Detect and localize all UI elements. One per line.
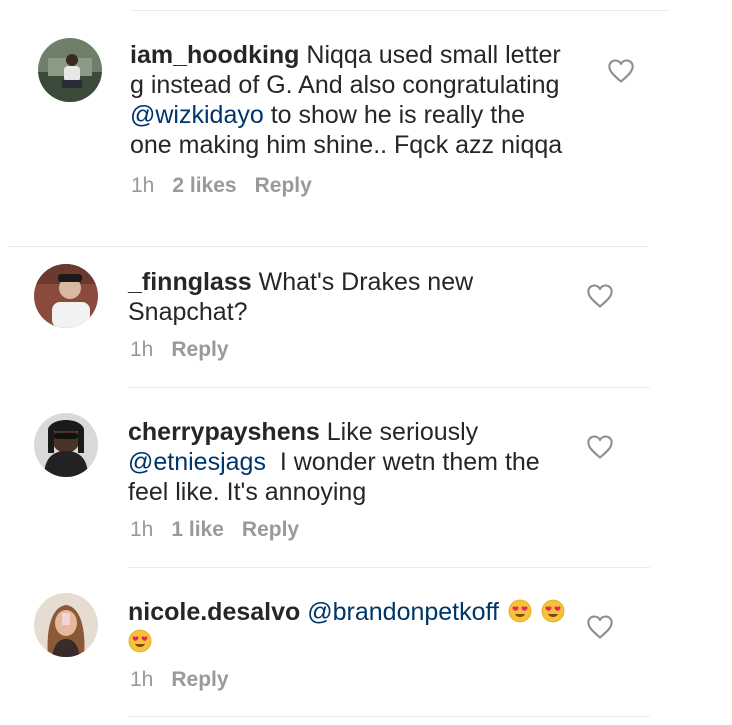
timestamp: 1h bbox=[130, 338, 154, 361]
divider bbox=[128, 716, 650, 717]
comment-line: g instead of G. And also congratulating bbox=[130, 71, 560, 99]
timestamp: 1h bbox=[130, 668, 154, 691]
timestamp: 1h bbox=[130, 518, 154, 541]
username[interactable]: nicole.desalvo bbox=[128, 598, 300, 626]
heart-icon[interactable] bbox=[586, 434, 614, 460]
heart-icon[interactable] bbox=[586, 614, 614, 640]
comment-line: What's Drakes new bbox=[258, 268, 474, 296]
heart-icon[interactable] bbox=[586, 283, 614, 309]
divider bbox=[8, 246, 648, 247]
reply-button[interactable]: Reply bbox=[255, 174, 312, 198]
likes-count[interactable]: 2 likes bbox=[172, 174, 236, 198]
comment-line: Like seriously bbox=[326, 418, 479, 446]
mention-link[interactable]: @brandonpetkoff bbox=[307, 598, 499, 626]
comment-text: nicole.desalvo @brandonpetkoff bbox=[128, 597, 578, 657]
comment-line: one making him shine.. Fqck azz niqqa bbox=[130, 131, 563, 159]
reply-button[interactable]: Reply bbox=[171, 338, 228, 362]
comment-line: Snapchat? bbox=[128, 298, 248, 326]
comment-text: cherrypayshens Like seriously @etniesjag… bbox=[128, 417, 578, 507]
comment-line: Niqqa used small letter bbox=[306, 41, 561, 69]
comment-text: iam_hoodking Niqqa used small letter g i… bbox=[130, 40, 600, 160]
avatar[interactable] bbox=[34, 593, 98, 657]
comment-line: feel like. It's annoying bbox=[128, 478, 367, 506]
comment-meta: 1h 1 like Reply bbox=[130, 518, 299, 542]
comment-item: nicole.desalvo @brandonpetkoff 1h Reply bbox=[0, 0, 732, 691]
avatar-image bbox=[34, 413, 98, 477]
divider bbox=[128, 387, 650, 388]
reply-button[interactable]: Reply bbox=[171, 668, 228, 692]
heart-icon[interactable] bbox=[607, 58, 635, 84]
comment-line: I wonder wetn them the bbox=[265, 448, 540, 476]
username[interactable]: iam_hoodking bbox=[130, 41, 299, 69]
heart-eyes-emoji bbox=[508, 599, 532, 623]
comment-meta: 1h Reply bbox=[130, 668, 229, 692]
avatar-image bbox=[38, 38, 102, 102]
username[interactable]: _finnglass bbox=[128, 268, 252, 296]
avatar-image bbox=[34, 593, 98, 657]
mention-link[interactable]: @etniesjags bbox=[128, 448, 266, 476]
avatar[interactable] bbox=[34, 264, 98, 328]
avatar-image bbox=[34, 264, 98, 328]
comment-item: iam_hoodking Niqqa used small letter g i… bbox=[0, 0, 732, 240]
comment-meta: 1h Reply bbox=[130, 338, 229, 362]
likes-count[interactable]: 1 like bbox=[171, 518, 224, 542]
reply-button[interactable]: Reply bbox=[242, 518, 299, 542]
timestamp: 1h bbox=[131, 174, 155, 197]
heart-eyes-emoji bbox=[128, 629, 152, 653]
comment-text: _finnglass What's Drakes new Snapchat? bbox=[128, 267, 568, 327]
divider bbox=[128, 567, 650, 568]
avatar[interactable] bbox=[38, 38, 102, 102]
heart-eyes-emoji bbox=[541, 599, 565, 623]
mention-link[interactable]: @wizkidayo bbox=[130, 101, 264, 129]
comment-meta: 1h 2 likes Reply bbox=[131, 174, 312, 198]
avatar[interactable] bbox=[34, 413, 98, 477]
comment-line: to show he is really the bbox=[263, 101, 526, 129]
username[interactable]: cherrypayshens bbox=[128, 418, 320, 446]
